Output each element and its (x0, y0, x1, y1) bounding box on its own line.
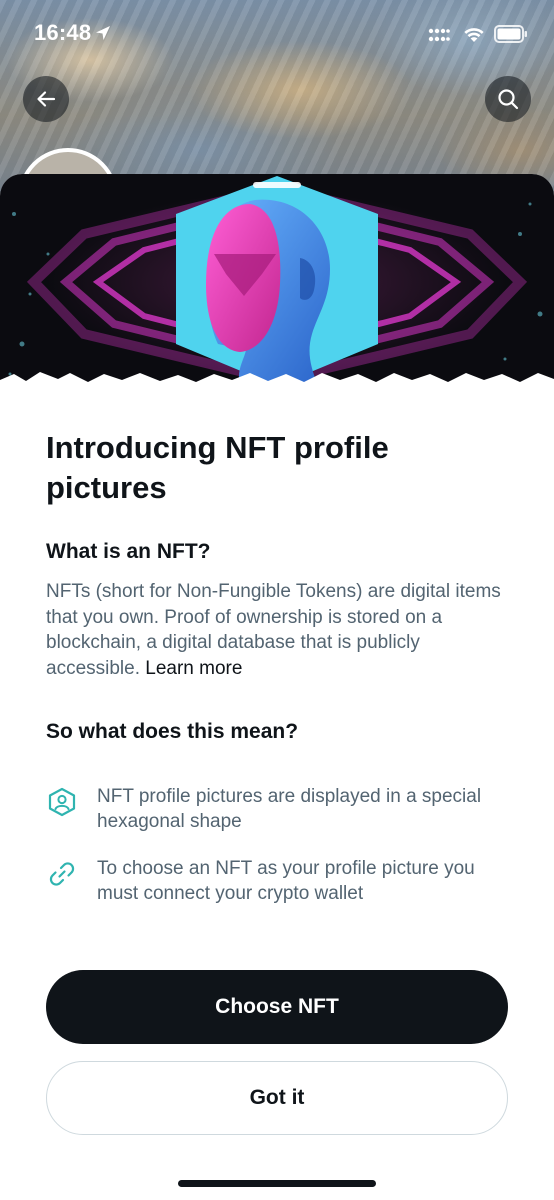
wifi-icon (464, 28, 484, 42)
search-icon (498, 89, 519, 110)
nft-hero-illustration (0, 174, 554, 390)
back-button[interactable] (23, 76, 69, 122)
got-it-button[interactable]: Got it (46, 1061, 508, 1135)
search-button[interactable] (485, 76, 531, 122)
home-indicator (178, 1180, 376, 1187)
link-icon (49, 862, 75, 886)
what-is-nft-heading: What is an NFT? (46, 540, 211, 563)
what-is-nft-description: NFTs (short for Non-Fungible Tokens) are… (46, 579, 516, 681)
nft-intro-sheet: Introducing NFT profile pictures What is… (0, 174, 554, 1200)
feature-connect-wallet: To choose an NFT as your profile picture… (46, 856, 516, 916)
battery-icon (494, 25, 527, 43)
arrow-left-icon (37, 91, 56, 107)
sheet-title: Introducing NFT profile pictures (46, 430, 389, 505)
hexagon-profile-icon (48, 787, 76, 817)
status-time: 16:48 (34, 20, 92, 45)
what-does-this-mean-heading: So what does this mean? (46, 720, 299, 743)
learn-more-link[interactable]: Learn more (145, 658, 242, 679)
status-bar: 16:48 (0, 0, 554, 70)
what-is-nft-body: NFTs (short for Non-Fungible Tokens) are… (46, 581, 501, 679)
choose-nft-button[interactable]: Choose NFT (46, 970, 508, 1044)
cellular-signal-icon (428, 28, 450, 42)
sheet-grabber[interactable] (253, 182, 301, 188)
feature-text: NFT profile pictures are displayed in a … (97, 786, 482, 832)
feature-hexagon-pfp: NFT profile pictures are displayed in a … (46, 784, 516, 844)
location-arrow-icon (96, 26, 110, 40)
feature-text: To choose an NFT as your profile picture… (97, 858, 475, 904)
